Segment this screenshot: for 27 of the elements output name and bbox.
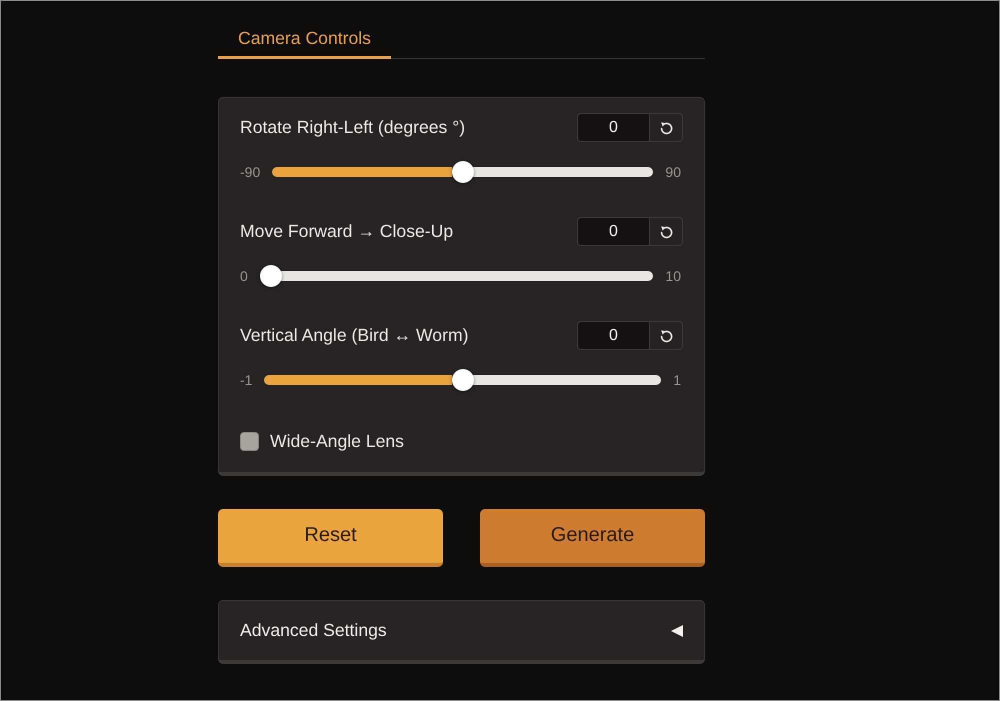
checkbox-label: Wide-Angle Lens [270, 431, 404, 452]
slider-label: Rotate Right-Left (degrees °) [240, 117, 466, 138]
accordion-header[interactable]: Advanced Settings [218, 600, 705, 664]
reset-value-button[interactable] [649, 113, 683, 142]
reset-icon [660, 224, 672, 238]
slider-label: Move Forward → Close-Up [240, 221, 454, 242]
secondary-button[interactable]: Reset [218, 509, 443, 567]
reset-value-button[interactable] [649, 321, 683, 350]
slider-label: Vertical Angle (Bird ↔ Worm) [240, 325, 468, 346]
reset-icon [660, 328, 672, 342]
slider-thumb[interactable] [452, 161, 474, 183]
primary-button[interactable]: Generate [480, 509, 705, 567]
number-input[interactable]: 0 [577, 113, 649, 142]
slider-min-label: -1 [240, 372, 252, 388]
slider-max-label: 90 [665, 164, 681, 180]
slider-thumb[interactable] [260, 265, 282, 287]
tab[interactable]: Camera Controls [218, 28, 391, 59]
slider-min-label: 0 [240, 268, 248, 284]
slider-thumb[interactable] [452, 369, 474, 391]
slider-min-label: -90 [240, 164, 260, 180]
slider-max-label: 10 [665, 268, 681, 284]
number-input[interactable]: 0 [577, 321, 649, 350]
reset-value-button[interactable] [649, 217, 683, 246]
slider-max-label: 1 [673, 372, 681, 388]
reset-icon [660, 120, 672, 134]
checkbox[interactable] [240, 432, 259, 451]
number-input[interactable]: 0 [577, 217, 649, 246]
